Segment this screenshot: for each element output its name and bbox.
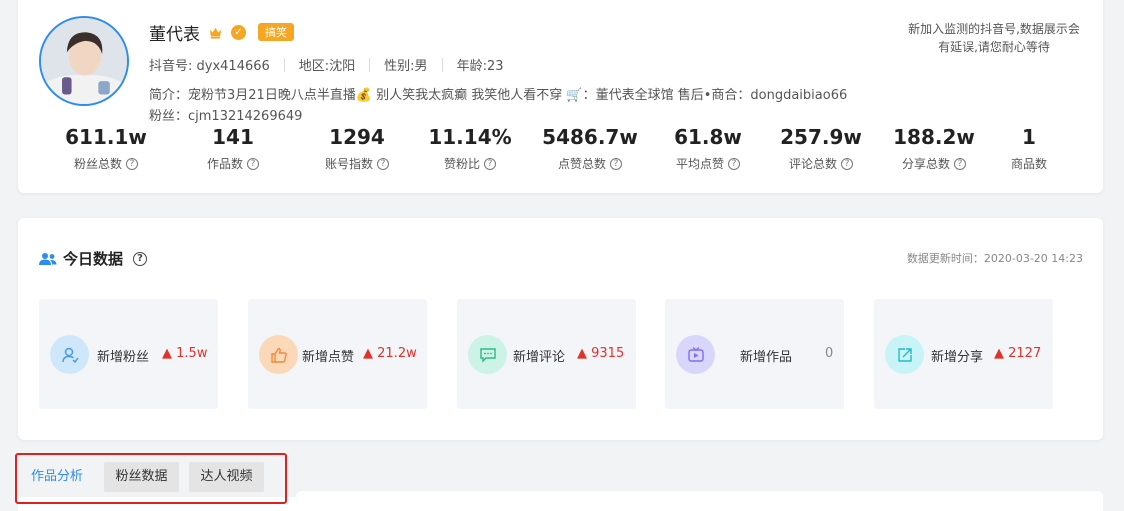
stat-works: 141 作品数?	[178, 124, 288, 172]
profile-card: 董代表 ✓ 搞笑 抖音号: dyx414666 地区:沈阳 性别:男 年龄:23…	[18, 0, 1103, 193]
stat-value: 5486.7w	[542, 125, 638, 149]
highlight-box	[15, 453, 287, 504]
metric-new-comments: 新增评论 ▲ 9315	[457, 299, 636, 409]
stat-label: 账号指数	[324, 157, 373, 171]
metric-new-likes: 新增点赞 ▲ 21.2w	[248, 299, 427, 409]
stat-label: 商品数	[1010, 157, 1047, 171]
up-arrow-icon: ▲	[363, 346, 373, 361]
metric-new-shares: 新增分享 ▲ 2127	[874, 299, 1053, 409]
up-arrow-icon: ▲	[577, 346, 587, 361]
stat-comments-total: 257.9w 评论总数?	[766, 124, 876, 172]
stats-row: 611.1w 粉丝总数? 141 作品数? 1294 账号指数? 11.14% …	[57, 124, 1077, 184]
age: 年龄:23	[456, 59, 504, 74]
divider	[441, 57, 443, 72]
profile-meta: 抖音号: dyx414666 地区:沈阳 性别:男 年龄:23	[149, 55, 504, 74]
avatar[interactable]	[39, 16, 129, 106]
stat-label: 赞粉比	[443, 157, 480, 171]
up-arrow-icon: ▲	[994, 346, 1004, 361]
stat-like-fan-ratio: 11.14% 赞粉比?	[415, 124, 525, 172]
stat-label: 作品数	[206, 157, 243, 171]
profile-name: 董代表	[149, 24, 200, 45]
metric-value: ▲ 21.2w	[363, 346, 417, 361]
metric-new-works: 新增作品 0	[665, 299, 844, 409]
metric-label: 新增作品	[740, 350, 793, 365]
up-arrow-icon: ▲	[162, 346, 172, 361]
stat-fans-total: 611.1w 粉丝总数?	[51, 124, 161, 172]
update-time: 数据更新时间：2020-03-20 14:23	[906, 252, 1083, 265]
monitoring-notice: 新加入监测的抖音号,数据展示会有延误,请您耐心等待	[908, 22, 1080, 54]
profile-intro: 简介：宠粉节3月21日晚八点半直播💰 别人笑我太疯癫 我笑他人看不穿 🛒：董代表…	[149, 88, 848, 103]
stat-label: 评论总数	[788, 157, 837, 171]
crown-icon	[209, 27, 222, 39]
help-icon[interactable]: ?	[133, 251, 148, 266]
douyin-id: 抖音号: dyx414666	[149, 59, 270, 74]
region: 地区:沈阳	[298, 59, 356, 74]
section-title-text: 今日数据	[63, 250, 124, 268]
help-icon[interactable]: ?	[841, 157, 853, 170]
today-data-card: 今日数据 ? 数据更新时间：2020-03-20 14:23 新增粉丝 ▲ 1.…	[18, 218, 1103, 440]
help-icon[interactable]: ?	[126, 157, 138, 170]
metric-label: 新增分享	[931, 350, 984, 365]
metric-value: ▲ 9315	[577, 346, 625, 361]
help-icon[interactable]: ?	[377, 157, 389, 170]
user-icon	[50, 335, 89, 374]
users-icon	[39, 252, 57, 265]
divider	[369, 57, 371, 72]
metric-value: ▲ 2127	[994, 346, 1042, 361]
help-icon[interactable]: ?	[247, 157, 259, 170]
stat-label: 分享总数	[901, 157, 950, 171]
metric-label: 新增点赞	[302, 350, 355, 365]
help-icon[interactable]: ?	[484, 157, 496, 170]
help-icon[interactable]: ?	[728, 157, 740, 170]
profile-fans-line: 粉丝：cjm13214269649	[149, 109, 303, 124]
content-card	[296, 491, 1103, 511]
stat-label: 点赞总数	[557, 157, 606, 171]
stat-value: 11.14%	[428, 125, 512, 149]
stat-value: 257.9w	[780, 125, 862, 149]
help-icon[interactable]: ?	[954, 157, 966, 170]
metric-value: 0	[825, 346, 834, 361]
stat-likes-total: 5486.7w 点赞总数?	[535, 124, 645, 172]
section-title: 今日数据 ?	[39, 248, 148, 269]
stat-value: 1	[1022, 125, 1036, 149]
divider	[283, 57, 285, 72]
help-icon[interactable]: ?	[610, 157, 622, 170]
stat-account-index: 1294 账号指数?	[302, 124, 412, 172]
metric-label: 新增评论	[513, 350, 566, 365]
stat-shares-total: 188.2w 分享总数?	[879, 124, 989, 172]
stat-value: 1294	[329, 125, 385, 149]
comment-icon	[468, 335, 507, 374]
metric-label: 新增粉丝	[97, 350, 150, 365]
stat-label: 粉丝总数	[73, 157, 122, 171]
gender: 性别:男	[384, 59, 428, 74]
stat-value: 611.1w	[65, 125, 147, 149]
metric-new-fans: 新增粉丝 ▲ 1.5w	[39, 299, 218, 409]
stat-label: 平均点赞	[675, 157, 724, 171]
stat-products: 1 商品数	[974, 124, 1084, 172]
category-tag[interactable]: 搞笑	[258, 23, 294, 41]
stat-value: 141	[212, 125, 254, 149]
video-icon	[676, 335, 715, 374]
stat-value: 61.8w	[674, 125, 742, 149]
metric-value: ▲ 1.5w	[162, 346, 208, 361]
share-icon	[885, 335, 924, 374]
stat-value: 188.2w	[893, 125, 975, 149]
thumbs-up-icon	[259, 335, 298, 374]
verified-icon: ✓	[231, 24, 246, 40]
stat-avg-likes: 61.8w 平均点赞?	[653, 124, 763, 172]
avatar-image	[41, 18, 127, 104]
